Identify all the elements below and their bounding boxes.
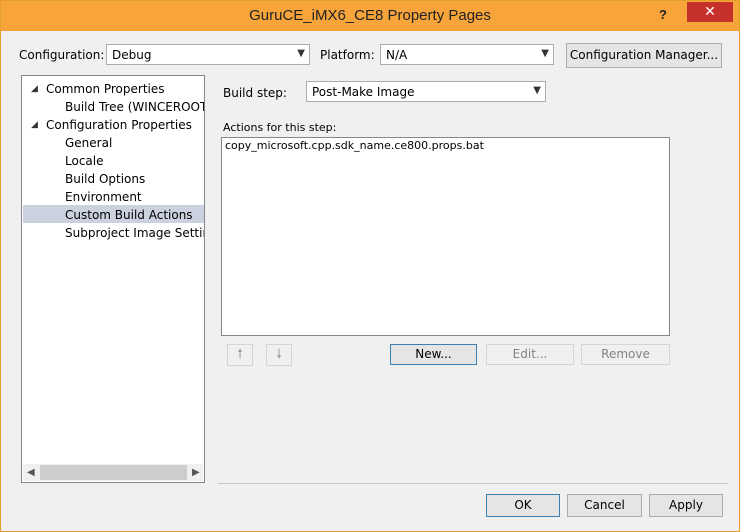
tree-item-build-options[interactable]: Build Options	[65, 170, 145, 188]
horizontal-scrollbar[interactable]: ◀ ▶	[23, 464, 203, 481]
tree-item-subproject-image-settings[interactable]: Subproject Image Settings	[65, 224, 204, 242]
expand-triangle-icon[interactable]: ◢	[31, 120, 38, 130]
apply-button[interactable]: Apply	[649, 494, 723, 517]
title-bar[interactable]: GuruCE_iMX6_CE8 Property Pages ? ✕	[1, 1, 739, 31]
remove-button[interactable]: Remove	[581, 344, 670, 365]
move-down-button[interactable]: 🠗	[266, 344, 292, 366]
actions-list[interactable]: copy_microsoft.cpp.sdk_name.ce800.props.…	[221, 137, 670, 336]
move-up-button[interactable]: 🠕	[227, 344, 253, 366]
configuration-dropdown[interactable]: Debug ▼	[106, 44, 310, 65]
property-pages-window: GuruCE_iMX6_CE8 Property Pages ? ✕ Confi…	[0, 0, 740, 532]
property-tree[interactable]: ◢ Common Properties Build Tree (WINCEROO…	[21, 75, 205, 483]
tree-item-common-properties[interactable]: Common Properties	[46, 80, 165, 98]
arrow-up-icon: 🠕	[237, 347, 243, 362]
arrow-down-icon: 🠗	[276, 347, 282, 362]
platform-dropdown[interactable]: N/A ▼	[380, 44, 554, 65]
help-button[interactable]: ?	[659, 7, 673, 23]
window-title: GuruCE_iMX6_CE8 Property Pages	[249, 7, 491, 24]
cancel-button[interactable]: Cancel	[567, 494, 642, 517]
chevron-down-icon: ▼	[533, 85, 541, 96]
scroll-left-icon[interactable]: ◀	[27, 464, 35, 481]
ok-button[interactable]: OK	[486, 494, 560, 517]
edit-button[interactable]: Edit...	[486, 344, 574, 365]
tree-item-environment[interactable]: Environment	[65, 188, 142, 206]
scroll-right-icon[interactable]: ▶	[192, 464, 200, 481]
chevron-down-icon: ▼	[297, 48, 305, 59]
build-step-label: Build step:	[223, 86, 287, 100]
platform-value: N/A	[386, 48, 408, 62]
configuration-label: Configuration:	[19, 48, 105, 62]
close-button[interactable]: ✕	[687, 2, 733, 22]
tree-item-configuration-properties[interactable]: Configuration Properties	[46, 116, 192, 134]
expand-triangle-icon[interactable]: ◢	[31, 84, 38, 94]
new-button[interactable]: New...	[390, 344, 477, 365]
tree-item-build-tree[interactable]: Build Tree (WINCEROOT)	[65, 98, 204, 116]
tree-item-locale[interactable]: Locale	[65, 152, 103, 170]
build-step-dropdown[interactable]: Post-Make Image ▼	[306, 81, 546, 102]
tree-item-general[interactable]: General	[65, 134, 112, 152]
platform-label: Platform:	[320, 48, 375, 62]
scrollbar-thumb[interactable]	[40, 465, 187, 480]
list-item[interactable]: copy_microsoft.cpp.sdk_name.ce800.props.…	[225, 139, 484, 152]
build-step-value: Post-Make Image	[312, 85, 415, 99]
configuration-value: Debug	[112, 48, 152, 62]
configuration-manager-button[interactable]: Configuration Manager...	[566, 43, 722, 68]
divider	[218, 483, 728, 484]
tree-item-custom-build-actions[interactable]: Custom Build Actions	[65, 206, 193, 224]
actions-label: Actions for this step:	[223, 121, 337, 134]
chevron-down-icon: ▼	[541, 48, 549, 59]
